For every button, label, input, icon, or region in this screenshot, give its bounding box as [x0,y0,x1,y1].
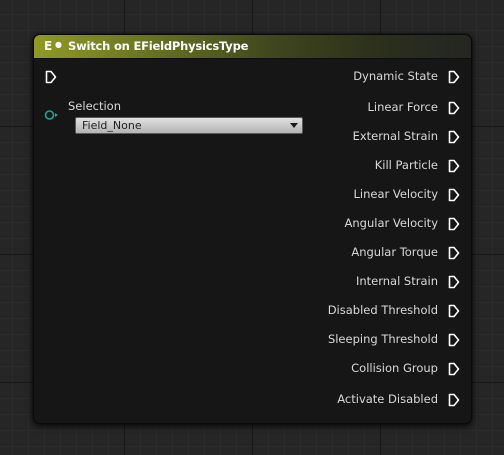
output-row-external-strain[interactable]: External Strain [234,128,460,146]
output-row-collision-group[interactable]: Collision Group [234,360,460,378]
output-label: Angular Velocity [344,216,438,230]
node-title: Switch on EFieldPhysicsType [68,39,249,53]
output-row-internal-strain[interactable]: Internal Strain [234,273,460,291]
exec-output-pin-icon[interactable] [448,333,460,347]
exec-output-pin-icon[interactable] [448,70,460,84]
output-label: Linear Velocity [353,187,438,201]
output-label: Dynamic State [353,69,438,83]
output-label: Linear Force [367,100,438,114]
output-row-activate-disabled[interactable]: Activate Disabled [234,391,460,409]
output-label: Kill Particle [374,158,438,172]
node-header[interactable]: E ● Switch on EFieldPhysicsType [34,35,471,59]
exec-output-pin-icon[interactable] [448,159,460,173]
exec-output-pin-icon[interactable] [448,246,460,260]
exec-output-pin-icon[interactable] [448,362,460,376]
selection-value: Field_None [82,119,142,132]
output-row-sleeping-threshold[interactable]: Sleeping Threshold [234,331,460,349]
selection-label: Selection [68,99,121,113]
exec-output-pin-icon[interactable] [448,130,460,144]
output-row-dynamic-state[interactable]: Dynamic State [234,68,460,86]
exec-output-pin-icon[interactable] [448,217,460,231]
output-row-angular-velocity[interactable]: Angular Velocity [234,215,460,233]
output-label: Disabled Threshold [327,303,438,317]
output-label: Internal Strain [355,274,438,288]
output-row-disabled-threshold[interactable]: Disabled Threshold [234,302,460,320]
exec-output-pin-icon[interactable] [448,304,460,318]
exec-output-pin-icon[interactable] [448,275,460,289]
output-row-linear-velocity[interactable]: Linear Velocity [234,186,460,204]
output-label: External Strain [352,129,438,143]
selection-input-pin[interactable] [44,109,60,121]
exec-input-pin[interactable] [45,70,57,84]
switch-enum-icon: E ● [44,39,62,53]
output-label: Angular Torque [351,245,438,259]
output-row-linear-force[interactable]: Linear Force [234,99,460,117]
output-label: Sleeping Threshold [327,332,438,346]
exec-output-pin-icon[interactable] [448,101,460,115]
exec-output-pin-icon[interactable] [448,393,460,407]
output-row-angular-torque[interactable]: Angular Torque [234,244,460,262]
exec-output-pin-icon[interactable] [448,188,460,202]
switch-node[interactable]: E ● Switch on EFieldPhysicsType Selection… [33,34,472,424]
output-label: Collision Group [351,361,438,375]
output-label: Activate Disabled [337,392,438,406]
output-row-kill-particle[interactable]: Kill Particle [234,157,460,175]
